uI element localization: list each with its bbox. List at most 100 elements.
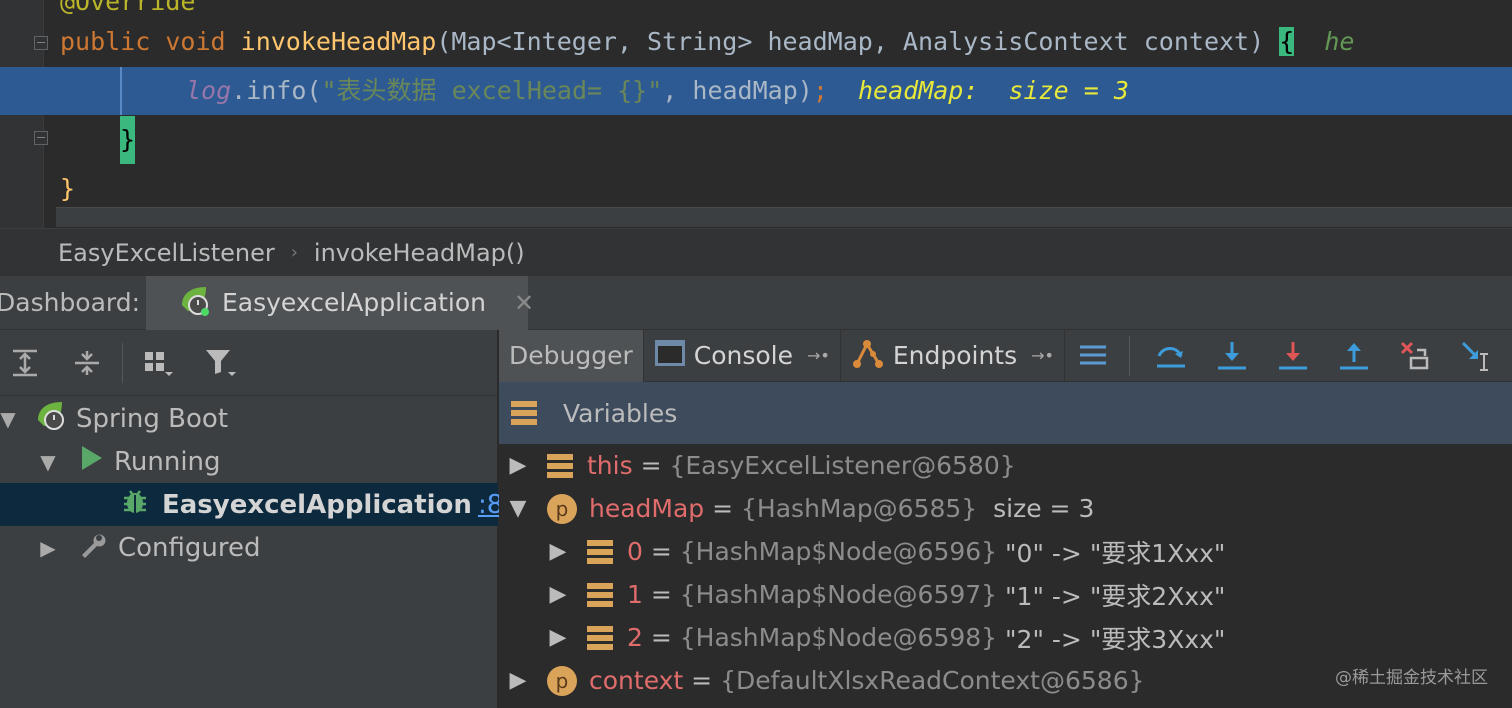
variable-name: context — [589, 666, 684, 695]
close-icon[interactable]: ✕ — [514, 289, 534, 317]
method-params: (Map<Integer, String> headMap, AnalysisC… — [436, 27, 1280, 56]
entry-type: {HashMap$Node@6598} — [679, 623, 998, 652]
step-out-icon[interactable] — [1334, 330, 1374, 382]
inline-hint: he — [1324, 27, 1355, 56]
tab-console[interactable]: Console →• — [644, 329, 841, 382]
entry-index: 1 — [627, 580, 643, 609]
code-editor[interactable]: @Override public void invokeHeadMap(Map<… — [0, 0, 1512, 228]
run-to-cursor-icon[interactable] — [1456, 330, 1496, 382]
expand-arrow-icon[interactable]: ▼ — [0, 409, 18, 429]
dashboard-label: Dashboard: — [0, 288, 141, 317]
variable-row-headmap[interactable]: ▼ p headMap = {HashMap@6585} size = 3 — [499, 487, 1512, 530]
code-line-close-brace: } — [0, 116, 1512, 164]
log-field: log — [186, 76, 232, 105]
tree-item-label: Running — [114, 446, 221, 477]
spring-boot-icon — [178, 283, 212, 323]
variables-title: Variables — [563, 398, 678, 428]
close-brace-inner: } — [120, 116, 136, 164]
filter-icon[interactable] — [203, 346, 237, 380]
parameter-icon: p — [547, 665, 577, 696]
parameter-icon: p — [547, 493, 577, 524]
app-name: EasyexcelApplication — [162, 489, 472, 520]
run-icon — [80, 445, 104, 478]
entry-type: {HashMap$Node@6597} — [679, 580, 998, 609]
breadcrumb: EasyExcelListener › invokeHeadMap() — [0, 228, 1512, 276]
group-by-icon[interactable] — [141, 346, 175, 380]
variables-icon — [511, 401, 537, 425]
variable-type: {EasyExcelListener@6580} — [669, 451, 1016, 480]
pin-tab-icon[interactable]: →• — [807, 346, 830, 365]
step-over-icon[interactable] — [1151, 330, 1191, 382]
field-icon — [547, 453, 573, 478]
chevron-right-icon: › — [290, 242, 298, 263]
force-step-into-icon[interactable] — [1273, 330, 1313, 382]
collapsed-arrow-icon[interactable]: ▶ — [507, 668, 529, 693]
method-name: invokeHeadMap — [240, 27, 437, 56]
tree-item-running[interactable]: ▼ Running — [0, 440, 498, 483]
breadcrumb-class[interactable]: EasyExcelListener — [58, 239, 275, 267]
variable-value: size = 3 — [993, 494, 1095, 523]
endpoints-icon — [851, 336, 885, 376]
tree-item-spring-boot[interactable]: ▼ Spring Boot — [0, 397, 498, 440]
expand-arrow-icon[interactable]: ▼ — [507, 496, 529, 521]
call-args: , headMap) — [662, 76, 813, 105]
variable-row-this[interactable]: ▶ this = {EasyExcelListener@6580} — [499, 444, 1512, 487]
keyword-void: void — [165, 27, 226, 56]
code-line-close-brace-outer: } — [0, 165, 1512, 213]
collapsed-arrow-icon[interactable]: ▶ — [547, 625, 569, 650]
open-brace: { — [1279, 27, 1295, 56]
entry-icon — [587, 582, 613, 607]
tab-label: EasyexcelApplication — [222, 288, 486, 317]
tree-item-label: Spring Boot — [76, 403, 229, 434]
collapsed-arrow-icon[interactable]: ▶ — [507, 453, 529, 478]
tab-easyexcel-application[interactable]: EasyexcelApplication ✕ — [146, 275, 534, 330]
tab-label: Debugger — [509, 341, 633, 370]
wrench-icon — [78, 529, 108, 566]
services-tree-panel: ▼ Spring Boot ▼ Running EasyexcelApplica… — [0, 330, 553, 708]
debug-bug-icon — [120, 486, 150, 523]
collapsed-arrow-icon[interactable]: ▶ — [547, 582, 569, 607]
variable-name: headMap — [589, 494, 705, 523]
entry-index: 2 — [627, 623, 643, 652]
spring-boot-icon — [34, 398, 68, 439]
debugger-panel: Debugger Console →• Endpoints →• Variabl… — [499, 329, 1512, 708]
collapsed-arrow-icon[interactable]: ▶ — [547, 539, 569, 564]
tree-item-easyexcel-application[interactable]: EasyexcelApplication :8080 — [0, 483, 553, 526]
inline-debug-value: headMap: size = 3 — [857, 76, 1129, 105]
expand-all-icon[interactable] — [8, 346, 42, 380]
console-icon — [654, 338, 686, 374]
tab-endpoints[interactable]: Endpoints →• — [841, 329, 1065, 382]
tree-item-label: Configured — [118, 532, 261, 563]
entry-icon — [587, 625, 613, 650]
code-line-current-execution: log.info("表头数据 excelHead= {}", headMap);… — [0, 67, 1512, 115]
variable-row-entry-0[interactable]: ▶ 0 = {HashMap$Node@6596} "0" -> "要求1Xxx… — [499, 530, 1512, 573]
string-literal: "表头数据 excelHead= {}" — [321, 76, 663, 105]
variable-row-entry-1[interactable]: ▶ 1 = {HashMap$Node@6597} "1" -> "要求2Xxx… — [499, 573, 1512, 616]
drop-frame-icon[interactable] — [1395, 330, 1435, 382]
variables-header: Variables — [499, 382, 1512, 444]
variable-row-entry-2[interactable]: ▶ 2 = {HashMap$Node@6598} "2" -> "要求3Xxx… — [499, 616, 1512, 659]
step-into-icon[interactable] — [1212, 330, 1252, 382]
collapse-all-icon[interactable] — [70, 346, 104, 380]
pin-tab-icon[interactable]: →• — [1031, 346, 1054, 365]
entry-type: {HashMap$Node@6596} — [679, 537, 998, 566]
entry-index: 0 — [627, 537, 643, 566]
tab-debugger[interactable]: Debugger — [499, 329, 644, 382]
breadcrumb-method[interactable]: invokeHeadMap() — [314, 239, 525, 267]
services-toolbar — [0, 330, 497, 396]
tree-item-configured[interactable]: ▶ Configured — [0, 526, 498, 569]
code-line-signature: public void invokeHeadMap(Map<Integer, S… — [0, 18, 1512, 66]
expand-arrow-icon[interactable]: ▼ — [38, 452, 58, 472]
layout-icon[interactable] — [1073, 330, 1113, 382]
entry-value: "0" -> "要求1Xxx" — [1005, 538, 1226, 568]
variable-type: {HashMap@6585} — [741, 494, 978, 523]
horizontal-scrollbar[interactable] — [56, 207, 1512, 227]
dashboard-header: Dashboard: EasyexcelApplication ✕ — [0, 275, 1512, 330]
entry-value: "1" -> "要求2Xxx" — [1005, 581, 1226, 611]
keyword-public: public — [60, 27, 151, 56]
semicolon: ; — [812, 76, 828, 105]
collapsed-arrow-icon[interactable]: ▶ — [38, 538, 58, 558]
debugger-toolbar: Debugger Console →• Endpoints →• — [499, 329, 1512, 382]
variable-type: {DefaultXlsxReadContext@6586} — [720, 666, 1145, 695]
entry-value: "2" -> "要求3Xxx" — [1005, 624, 1226, 654]
